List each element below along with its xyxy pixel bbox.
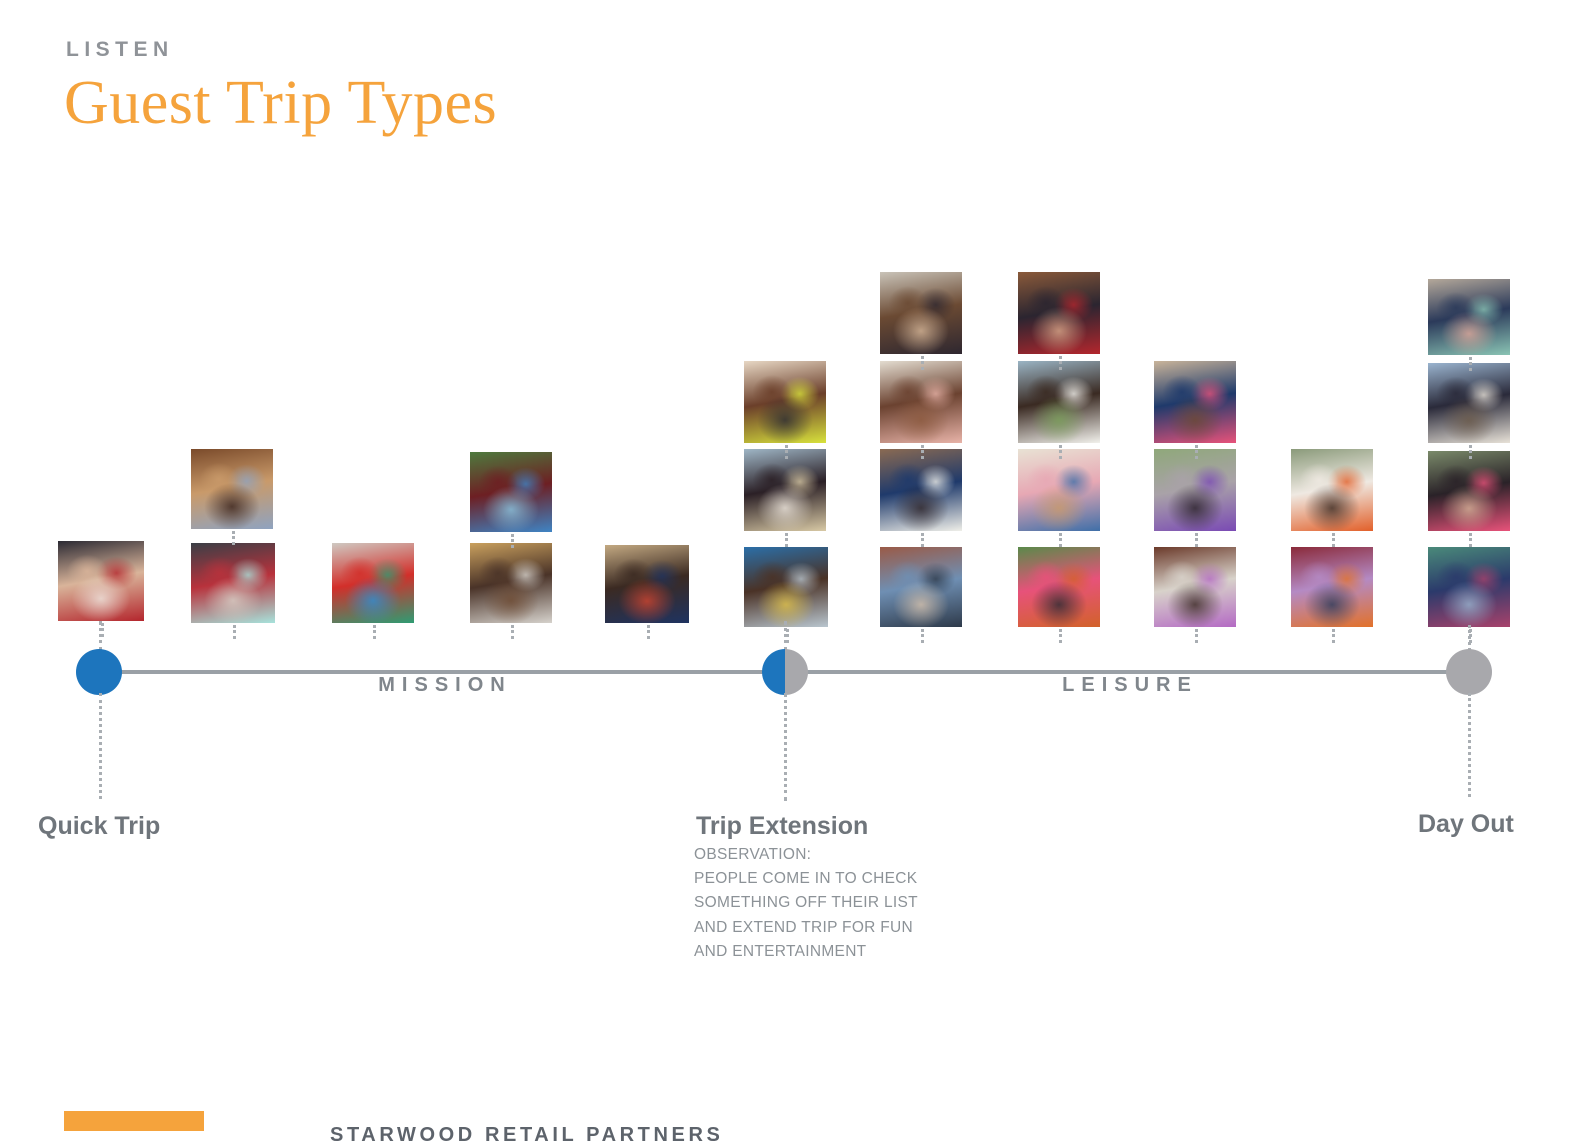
- guest-photo-mother-daughter: [744, 361, 826, 443]
- leader-tick: [921, 356, 924, 370]
- guest-photo-family-storefront: [58, 541, 144, 621]
- observation-block: OBSERVATION: PEOPLE COME IN TO CHECK SOM…: [694, 843, 964, 964]
- leader-tick: [785, 533, 788, 547]
- guest-photo-mom-two-kids: [1428, 279, 1510, 355]
- segment-label-leisure: LEISURE: [1062, 674, 1198, 696]
- leader-tick: [921, 533, 924, 547]
- node-day-out-left-half: [1446, 649, 1469, 695]
- node-trip-extension-right-half: [785, 649, 808, 695]
- guest-photo-three-friends: [1291, 547, 1373, 627]
- leader-tick: [1195, 533, 1198, 547]
- leader-tick: [1059, 533, 1062, 547]
- guest-photo-mom-with-kids-cart: [332, 543, 414, 623]
- guest-photo-family-four: [744, 547, 828, 627]
- leader-line-trip-extension-down: [784, 693, 787, 801]
- leader-tick: [647, 625, 650, 639]
- leader-tick: [1195, 629, 1198, 643]
- node-trip-extension-left-half: [762, 649, 785, 695]
- guest-photo-woman-smiling: [191, 449, 273, 529]
- leader-tick: [785, 445, 788, 459]
- node-quick-trip-left-half: [76, 649, 99, 695]
- guest-photo-couple-mall: [1154, 361, 1236, 443]
- leader-tick: [1059, 445, 1062, 459]
- leader-tick: [786, 629, 789, 643]
- guest-photo-couple-brick-wall: [880, 547, 962, 627]
- observation-line: SOMETHING OFF THEIR LIST: [694, 894, 918, 912]
- leader-tick: [921, 629, 924, 643]
- leader-tick: [511, 534, 514, 548]
- node-day-out-right-half: [1469, 649, 1492, 695]
- observation-line: AND EXTEND TRIP FOR FUN: [694, 918, 914, 936]
- leader-line-quick-trip-down: [99, 693, 102, 799]
- guest-photo-two-women-stripes: [1291, 449, 1373, 531]
- segment-label-mission: MISSION: [378, 674, 512, 696]
- guest-photo-mom-girl-hug: [880, 361, 962, 443]
- leader-tick: [1059, 356, 1062, 370]
- leader-line-day-out-down: [1468, 693, 1471, 797]
- guest-photo-senior-sunglasses: [1154, 449, 1236, 531]
- guest-photo-group-street: [1428, 363, 1510, 443]
- leader-tick: [1195, 445, 1198, 459]
- leader-tick: [1469, 445, 1472, 459]
- guest-photo-three-women-sun: [1428, 451, 1510, 531]
- observation-line: PEOPLE COME IN TO CHECK: [694, 870, 918, 888]
- leader-tick: [511, 625, 514, 639]
- guest-photo-girls-at-car: [191, 543, 275, 623]
- guest-photo-two-boys-brick: [880, 449, 962, 531]
- trip-type-timeline: MISSION LEISURE Quick Trip Trip Extensio…: [0, 0, 1592, 1146]
- node-quick-trip-right-half: [99, 649, 122, 695]
- node-quick-trip[interactable]: [76, 649, 122, 695]
- guest-photo-couple-adidas: [605, 545, 689, 623]
- leader-tick: [373, 625, 376, 639]
- leader-tick: [1469, 629, 1472, 643]
- guest-photo-couple-flags: [1018, 272, 1100, 354]
- node-day-out[interactable]: [1446, 649, 1492, 695]
- guest-photo-family-garden: [1018, 547, 1100, 627]
- leader-tick: [233, 625, 236, 639]
- node-caption-day-out: Day Out: [1418, 810, 1514, 838]
- guest-photo-man-striped-shirt: [470, 543, 552, 623]
- guest-photo-family-pastel: [1018, 449, 1100, 531]
- footer-brand-label: STARWOOD RETAIL PARTNERS: [330, 1124, 724, 1146]
- guest-photo-three-teens: [1428, 547, 1510, 627]
- leader-tick: [1469, 357, 1472, 371]
- leader-tick: [1059, 629, 1062, 643]
- leader-tick: [921, 445, 924, 459]
- guest-photo-dad-stroller: [470, 452, 552, 532]
- leader-tick: [1332, 533, 1335, 547]
- observation-line: AND ENTERTAINMENT: [694, 942, 867, 960]
- leader-tick: [101, 623, 104, 637]
- node-trip-extension[interactable]: [762, 649, 808, 695]
- node-caption-trip-extension: Trip Extension: [696, 812, 869, 840]
- node-caption-quick-trip: Quick Trip: [38, 812, 161, 840]
- guest-photo-woman-sunglasses: [880, 272, 962, 354]
- guest-photo-two-women-window: [744, 449, 826, 531]
- leader-tick: [1332, 629, 1335, 643]
- leader-tick: [232, 531, 235, 545]
- leader-tick: [1469, 533, 1472, 547]
- footer-accent-bar: [64, 1111, 204, 1131]
- guest-photo-man-white-tee: [1018, 361, 1100, 443]
- observation-line: OBSERVATION:: [694, 846, 812, 863]
- guest-photo-two-women-shop: [1154, 547, 1236, 627]
